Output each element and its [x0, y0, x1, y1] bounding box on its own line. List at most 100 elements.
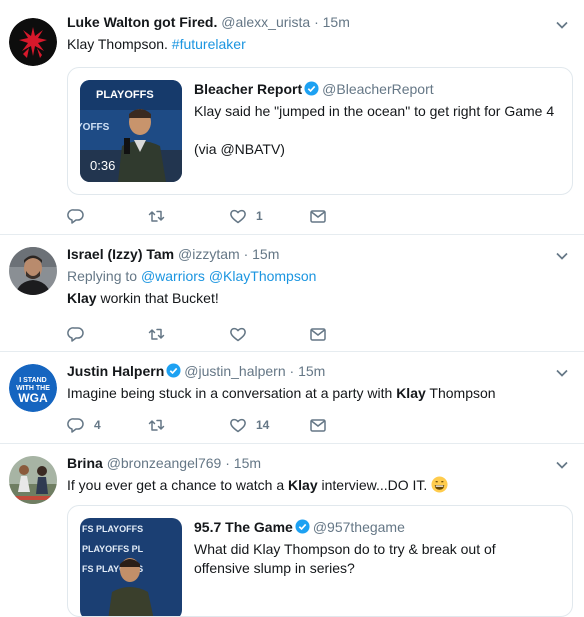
- chevron-down-icon[interactable]: [554, 365, 570, 381]
- separator-dot: ·: [225, 455, 230, 471]
- quoted-text-line2: (via @NBATV): [194, 141, 285, 157]
- verified-badge-icon: [295, 519, 310, 534]
- reply-icon: [67, 327, 84, 342]
- separator-dot: ·: [289, 363, 295, 379]
- avatar[interactable]: I STAND WITH THE WGA: [9, 364, 57, 412]
- verified-badge-icon: [166, 363, 181, 378]
- replying-to: Replying to @warriors @KlayThompson: [67, 267, 574, 286]
- retweet-button[interactable]: [148, 415, 166, 435]
- chevron-down-icon[interactable]: [554, 17, 570, 33]
- chevron-down-icon[interactable]: [554, 457, 570, 473]
- quoted-tweet-card[interactable]: FS PLAYOFFS PLAYOFFS PL FS PLAYOFFS 95.7…: [67, 505, 573, 617]
- tweet-text: If you ever get a chance to watch a Klay…: [67, 476, 574, 495]
- retweet-icon: [148, 328, 165, 340]
- tweet-text-pre: If you ever get a chance to watch a: [67, 477, 289, 493]
- retweet-icon: [148, 419, 165, 431]
- quoted-user-handle[interactable]: @BleacherReport: [322, 81, 434, 97]
- like-button[interactable]: [229, 324, 247, 344]
- avatar[interactable]: [9, 247, 57, 295]
- retweet-button[interactable]: [148, 206, 166, 226]
- tweet-text-pre: Imagine being stuck in a conversation at…: [67, 385, 397, 401]
- grinning-face-emoji-icon: [431, 476, 448, 493]
- video-thumbnail[interactable]: FS PLAYOFFS PLAYOFFS PL FS PLAYOFFS: [80, 518, 182, 616]
- envelope-icon: [310, 210, 326, 223]
- user-handle[interactable]: @izzytam: [178, 246, 240, 262]
- like-button[interactable]: 14: [229, 415, 269, 435]
- envelope-icon: [310, 328, 326, 341]
- avatar[interactable]: [9, 18, 57, 66]
- quoted-text-line2: offensive slump in series?: [194, 560, 355, 576]
- quoted-text-line1: Klay said he "jumped in the ocean" to ge…: [194, 103, 555, 119]
- separator-dot: ·: [314, 14, 319, 30]
- direct-message-button[interactable]: [309, 415, 327, 435]
- quoted-user-name[interactable]: Bleacher Report: [194, 81, 302, 97]
- tweet-header: Brina @bronzeangel769 · 15m: [67, 454, 574, 473]
- tweet[interactable]: Israel (Izzy) Tam @izzytam · 15m Replyin…: [0, 235, 584, 352]
- separator-dot: ·: [243, 246, 249, 262]
- tweet[interactable]: Brina @bronzeangel769 · 15m If you ever …: [0, 444, 584, 617]
- tweet-header: Israel (Izzy) Tam @izzytam · 15m: [67, 245, 574, 264]
- reply-icon: [67, 209, 84, 224]
- direct-message-button[interactable]: [309, 206, 327, 226]
- retweet-button[interactable]: [148, 324, 166, 344]
- reply-icon: [67, 418, 84, 433]
- user-name[interactable]: Justin Halpern: [67, 363, 164, 379]
- reply-count: 4: [94, 418, 101, 432]
- replying-to-label: Replying to: [67, 268, 138, 284]
- user-handle[interactable]: @alexx_urista: [221, 14, 310, 30]
- tweet[interactable]: Luke Walton got Fired. @alexx_urista · 1…: [0, 0, 584, 235]
- timestamp[interactable]: 15m: [252, 246, 279, 262]
- chevron-down-icon[interactable]: [554, 248, 570, 264]
- timestamp[interactable]: 15m: [234, 455, 261, 471]
- envelope-icon: [310, 419, 326, 432]
- heart-icon: [230, 327, 246, 342]
- svg-text:FS PLAYOFFS: FS PLAYOFFS: [82, 524, 143, 534]
- heart-icon: [230, 209, 246, 224]
- like-count: 1: [256, 209, 263, 223]
- quoted-text-line1: What did Klay Thompson do to try & break…: [194, 541, 496, 557]
- like-button[interactable]: 1: [229, 206, 263, 226]
- tweet[interactable]: I STAND WITH THE WGA Justin Halpern @just…: [0, 352, 584, 444]
- verified-badge-icon: [304, 81, 319, 96]
- svg-text:PLAYOFFS PL: PLAYOFFS PL: [82, 544, 144, 554]
- tweet-header: Justin Halpern @justin_halpern · 15m: [67, 362, 574, 381]
- avatar-text-line1: I STAND: [19, 377, 46, 384]
- reply-button[interactable]: 4: [67, 415, 101, 435]
- avatar-text-line3: WGA: [18, 391, 48, 405]
- highlighted-term: Klay: [288, 477, 318, 493]
- retweet-icon: [148, 210, 165, 222]
- tweet-header: Luke Walton got Fired. @alexx_urista · 1…: [67, 13, 574, 32]
- tweet-text: Imagine being stuck in a conversation at…: [67, 384, 574, 403]
- like-count: 14: [256, 418, 270, 432]
- quoted-tweet-card[interactable]: PLAYOFFS YOFFS 0:36 Bleacher Report @Blea…: [67, 67, 573, 195]
- reply-button[interactable]: [67, 206, 85, 226]
- svg-text:YOFFS: YOFFS: [80, 122, 110, 133]
- user-name[interactable]: Luke Walton got Fired.: [67, 14, 217, 30]
- tweet-text: Klay Thompson. #futurelaker: [67, 35, 574, 54]
- quoted-user-name[interactable]: 95.7 The Game: [194, 519, 293, 535]
- video-thumbnail[interactable]: PLAYOFFS YOFFS 0:36: [80, 80, 182, 182]
- timestamp[interactable]: 15m: [298, 363, 325, 379]
- tweet-text-post: interview...DO IT.: [317, 477, 428, 493]
- hashtag-link[interactable]: #futurelaker: [172, 36, 246, 52]
- reply-button[interactable]: [67, 324, 85, 344]
- heart-icon: [230, 418, 246, 433]
- user-name[interactable]: Israel (Izzy) Tam: [67, 246, 174, 262]
- mention-link[interactable]: @KlayThompson: [209, 268, 317, 284]
- user-handle[interactable]: @justin_halpern: [184, 363, 285, 379]
- thumbnail-watermark: PLAYOFFS: [96, 89, 154, 101]
- highlighted-term: Klay: [396, 385, 426, 401]
- mention-link[interactable]: @warriors: [141, 268, 205, 284]
- user-name[interactable]: Brina: [67, 455, 103, 471]
- user-handle[interactable]: @bronzeangel769: [107, 455, 222, 471]
- direct-message-button[interactable]: [309, 324, 327, 344]
- tweet-text: Klay workin that Bucket!: [67, 289, 574, 308]
- tweet-text-rest: workin that Bucket!: [96, 290, 219, 306]
- tweet-text-post: Thompson: [425, 385, 496, 401]
- timestamp[interactable]: 15m: [323, 14, 350, 30]
- avatar[interactable]: [9, 456, 57, 504]
- tweet-text-plain: Klay Thompson.: [67, 36, 172, 52]
- quoted-user-handle[interactable]: @957thegame: [313, 519, 405, 535]
- highlighted-term: Klay: [67, 290, 97, 306]
- video-duration: 0:36: [90, 158, 116, 173]
